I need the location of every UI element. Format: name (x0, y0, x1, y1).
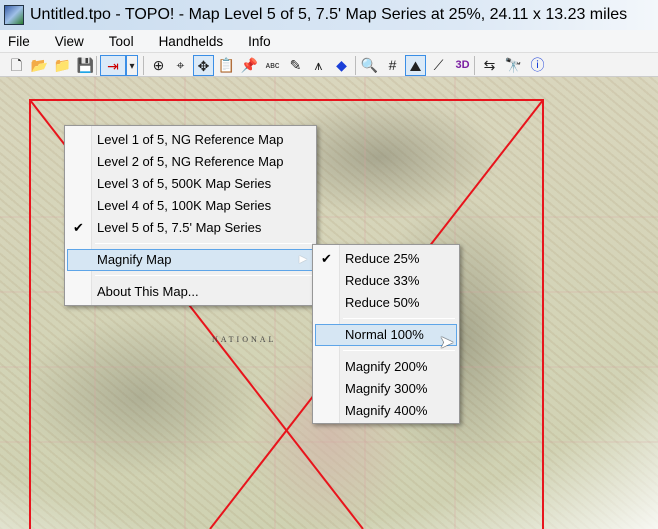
north-arrow-icon[interactable]: ⩚ (308, 55, 329, 76)
menu-item-label: Reduce 25% (345, 251, 420, 266)
menu-item-level-5[interactable]: Level 5 of 5, 7.5' Map Series ✔ (67, 217, 314, 239)
menu-item-label: Magnify 200% (345, 359, 428, 374)
menu-item-level-3[interactable]: Level 3 of 5, 500K Map Series (67, 173, 314, 195)
menu-info[interactable]: Info (240, 34, 280, 49)
gps-transfer-icon[interactable]: ⇆ (479, 55, 500, 76)
menu-item-about-this-map[interactable]: About This Map... (67, 281, 314, 303)
checkmark-icon: ✔ (73, 220, 84, 235)
menu-item-magnify-200[interactable]: Magnify 200% (315, 356, 457, 378)
new-icon[interactable]: 🗋 (6, 55, 27, 76)
info-icon[interactable]: ⓘ (527, 55, 548, 76)
menu-item-magnify-map[interactable]: Magnify Map ▶ (67, 249, 314, 271)
app-icon[interactable] (4, 5, 24, 25)
menu-item-magnify-300[interactable]: Magnify 300% (315, 378, 457, 400)
menu-item-level-2[interactable]: Level 2 of 5, NG Reference Map (67, 151, 314, 173)
menu-tool[interactable]: Tool (101, 34, 143, 49)
map-label: NATIONAL (212, 335, 277, 344)
toolbar-separator (474, 56, 475, 75)
menu-item-reduce-25[interactable]: Reduce 25% ✔ (315, 248, 457, 270)
waypoint-icon[interactable]: ◆ (331, 55, 352, 76)
pushpin-icon[interactable]: 📌 (239, 55, 260, 76)
menu-item-level-4[interactable]: Level 4 of 5, 100K Map Series (67, 195, 314, 217)
menu-view[interactable]: View (47, 34, 93, 49)
menu-separator (95, 275, 312, 276)
menu-file[interactable]: File (0, 34, 39, 49)
menu-item-label: Level 5 of 5, 7.5' Map Series (97, 220, 262, 235)
menu-item-level-1[interactable]: Level 1 of 5, NG Reference Map (67, 129, 314, 151)
clipboard-icon[interactable]: 📋 (216, 55, 237, 76)
menu-item-label: Level 4 of 5, 100K Map Series (97, 198, 272, 213)
magnify-submenu: Reduce 25% ✔ Reduce 33% Reduce 50% Normal 10… (312, 244, 460, 424)
ruler-pencil-icon[interactable]: ✎ (285, 55, 306, 76)
toolbar-separator (143, 56, 144, 75)
menu-item-normal-100[interactable]: Normal 100% (315, 324, 457, 346)
menu-item-label: Reduce 33% (345, 273, 420, 288)
binoculars-icon[interactable]: 🔭 (503, 55, 524, 76)
menu-item-label: Normal 100% (345, 327, 424, 342)
dropdown-arrow-icon[interactable]: ▾ (126, 55, 138, 76)
grid-icon[interactable]: # (382, 55, 403, 76)
profile-icon[interactable]: ⟋ (428, 55, 449, 76)
pan-icon[interactable]: ✥ (193, 55, 214, 76)
open-icon[interactable]: 📂 (29, 55, 50, 76)
toolbar-separator (355, 56, 356, 75)
save-icon[interactable]: 💾 (75, 55, 96, 76)
menu-item-label: Magnify 400% (345, 403, 428, 418)
submenu-arrow-icon: ▶ (299, 254, 307, 265)
3d-icon[interactable]: 3D (452, 55, 473, 76)
mouse-cursor-icon: ➤ (439, 332, 455, 352)
center-icon[interactable]: ⌖ (170, 55, 191, 76)
menu-item-reduce-50[interactable]: Reduce 50% (315, 292, 457, 314)
route-export-icon[interactable]: ⇥ (100, 55, 126, 76)
menu-item-reduce-33[interactable]: Reduce 33% (315, 270, 457, 292)
menu-handhelds[interactable]: Handhelds (151, 34, 233, 49)
menu-item-label: Reduce 50% (345, 295, 420, 310)
menu-item-label: About This Map... (97, 284, 199, 299)
menu-bar: File View Tool Handhelds Info (0, 30, 658, 52)
title-bar: Untitled.tpo - TOPO! - Map Level 5 of 5,… (0, 0, 658, 30)
toolbar-separator (96, 56, 97, 75)
menu-item-label: Level 3 of 5, 500K Map Series (97, 176, 272, 191)
text-icon[interactable]: ᴀʙᴄ (262, 55, 283, 76)
menu-item-magnify-400[interactable]: Magnify 400% (315, 400, 457, 422)
menu-item-label: Magnify Map (97, 252, 172, 267)
toolbar: 🗋 📂 📁 💾 ⇥ ▾ ⊕ ⌖ ✥ 📋 📌 ᴀʙᴄ ✎ ⩚ ◆ 🔍 # ⛰ ⟋ 3D ⇆ 🔭 ⓘ (0, 52, 658, 77)
zoom-in-icon[interactable]: ⊕ (148, 55, 169, 76)
context-menu: Level 1 of 5, NG Reference Map Level 2 of… (64, 125, 317, 306)
menu-item-label: Magnify 300% (345, 381, 428, 396)
menu-separator (343, 318, 455, 319)
window-title: Untitled.tpo - TOPO! - Map Level 5 of 5,… (30, 6, 628, 23)
search-icon[interactable]: 🔍 (359, 55, 380, 76)
shaded-relief-icon[interactable]: ⛰ (405, 55, 426, 76)
menu-item-label: Level 1 of 5, NG Reference Map (97, 132, 284, 147)
open-folder-icon[interactable]: 📁 (52, 55, 73, 76)
menu-item-label: Level 2 of 5, NG Reference Map (97, 154, 284, 169)
menu-separator (95, 243, 312, 244)
checkmark-icon: ✔ (321, 251, 332, 266)
